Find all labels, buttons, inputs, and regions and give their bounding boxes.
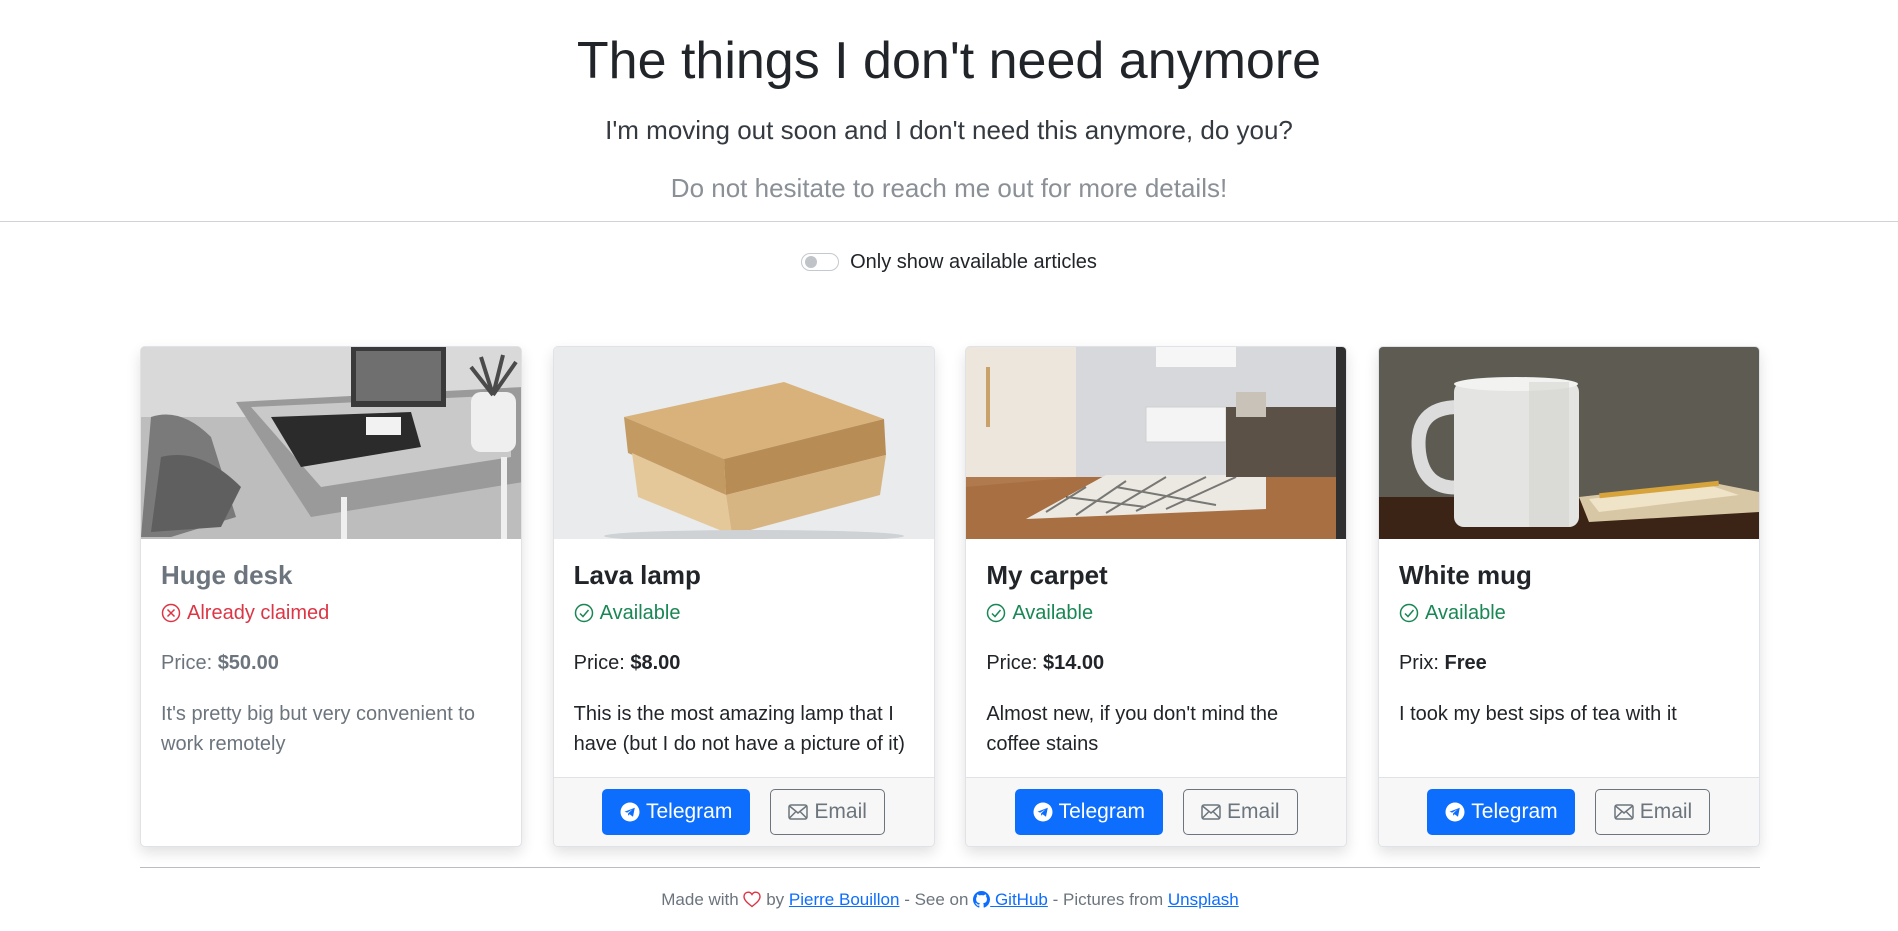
available-only-toggle[interactable] bbox=[801, 253, 840, 271]
telegram-button[interactable]: Telegram bbox=[602, 789, 751, 835]
price-value: $8.00 bbox=[630, 652, 681, 674]
footer-text: Made with by Pierre Bouillon - See on Gi… bbox=[140, 890, 1760, 910]
telegram-icon bbox=[1033, 802, 1053, 822]
email-label: Email bbox=[1227, 800, 1280, 823]
price-label: Prix: bbox=[1398, 652, 1439, 674]
email-button[interactable]: Email bbox=[1595, 789, 1711, 835]
telegram-icon bbox=[620, 802, 640, 822]
price-value: $14.00 bbox=[1043, 652, 1105, 674]
box-image bbox=[553, 347, 934, 539]
card-body: My carpet Available Price: $14.00 Almost… bbox=[966, 539, 1346, 759]
made-with-text: Made with bbox=[661, 890, 739, 909]
article-card: Lava lamp Available Price: $8.00 This is… bbox=[552, 346, 935, 847]
email-button[interactable]: Email bbox=[1182, 789, 1298, 835]
toggle-knob bbox=[805, 256, 818, 268]
status-text: Available bbox=[1012, 602, 1094, 624]
article-card: Huge desk Already claimed Price: $50.00 … bbox=[140, 346, 522, 847]
status-text: Available bbox=[1424, 602, 1506, 624]
email-label: Email bbox=[1639, 800, 1693, 823]
see-on-text: - See on bbox=[904, 890, 969, 909]
price-value: Free bbox=[1444, 652, 1487, 674]
github-icon bbox=[973, 891, 991, 908]
card-title: My carpet bbox=[986, 560, 1108, 590]
card-footer: Telegram Email bbox=[966, 777, 1347, 846]
card-footer: Telegram Email bbox=[1378, 777, 1759, 846]
status-text: Available bbox=[599, 602, 681, 624]
page-header: The things I don't need anymore I'm movi… bbox=[0, 0, 1898, 222]
status-badge: Available bbox=[574, 600, 914, 626]
page-lead: I'm moving out soon and I don't need thi… bbox=[605, 115, 1293, 145]
carpet-image bbox=[966, 347, 1347, 539]
card-title: Huge desk bbox=[161, 560, 293, 590]
card-body: Huge desk Already claimed Price: $50.00 … bbox=[141, 539, 521, 759]
page-title: The things I don't need anymore bbox=[576, 32, 1322, 90]
email-button[interactable]: Email bbox=[770, 789, 886, 835]
status-badge: Available bbox=[986, 600, 1326, 626]
card-description: Almost new, if you don't mind the coffee… bbox=[986, 703, 1279, 755]
email-label: Email bbox=[814, 800, 867, 823]
telegram-label: Telegram bbox=[1058, 800, 1145, 823]
status-text: Already claimed bbox=[187, 602, 330, 624]
card-body: Lava lamp Available Price: $8.00 This is… bbox=[554, 539, 934, 759]
github-label: GitHub bbox=[994, 890, 1048, 909]
telegram-label: Telegram bbox=[645, 800, 733, 823]
by-text: by bbox=[766, 890, 785, 909]
price: Price: $14.00 bbox=[986, 650, 1326, 676]
envelope-icon bbox=[1613, 804, 1634, 820]
telegram-label: Telegram bbox=[1471, 800, 1558, 823]
status-badge: Available bbox=[1399, 600, 1739, 626]
articles-grid: Huge desk Already claimed Price: $50.00 … bbox=[140, 346, 1760, 847]
envelope-icon bbox=[1201, 804, 1221, 820]
telegram-icon bbox=[1445, 802, 1465, 822]
price-label: Price: bbox=[573, 652, 625, 674]
x-circle-icon bbox=[161, 603, 181, 623]
card-footer: Telegram Email bbox=[553, 777, 934, 846]
page-subtext: Do not hesitate to reach me out for more… bbox=[670, 173, 1228, 203]
price-label: Price: bbox=[986, 652, 1038, 674]
check-circle-icon bbox=[574, 603, 593, 623]
availability-filter: Only show available articles bbox=[0, 247, 1898, 277]
price-value: $50.00 bbox=[217, 652, 279, 674]
unsplash-link[interactable]: Unsplash bbox=[1168, 890, 1239, 909]
price: Price: $50.00 bbox=[161, 650, 501, 676]
envelope-icon bbox=[788, 804, 809, 820]
card-title: Lava lamp bbox=[573, 560, 701, 590]
page-footer: Made with by Pierre Bouillon - See on Gi… bbox=[140, 867, 1760, 910]
article-card: My carpet Available Price: $14.00 Almost… bbox=[965, 346, 1348, 847]
card-description: I took my best sips of tea with it bbox=[1398, 703, 1677, 725]
mug-image bbox=[1378, 347, 1759, 539]
telegram-button[interactable]: Telegram bbox=[1427, 789, 1576, 835]
desk-image bbox=[141, 347, 521, 539]
available-only-label[interactable]: Only show available articles bbox=[850, 251, 1097, 274]
price: Price: $8.00 bbox=[574, 650, 914, 676]
check-circle-icon bbox=[987, 603, 1006, 623]
github-link[interactable]: GitHub bbox=[973, 890, 1048, 909]
card-description: This is the most amazing lamp that I hav… bbox=[573, 703, 905, 755]
card-description: It's pretty big but very convenient to w… bbox=[161, 703, 475, 755]
article-card: White mug Available Prix: Free I took my… bbox=[1377, 346, 1760, 847]
telegram-button[interactable]: Telegram bbox=[1014, 789, 1163, 835]
check-circle-icon bbox=[1399, 603, 1419, 623]
author-link[interactable]: Pierre Bouillon bbox=[789, 890, 900, 909]
status-badge: Already claimed bbox=[161, 600, 501, 626]
card-title: White mug bbox=[1398, 560, 1532, 590]
price-label: Price: bbox=[161, 652, 213, 674]
price: Prix: Free bbox=[1399, 650, 1739, 676]
card-body: White mug Available Prix: Free I took my… bbox=[1379, 539, 1759, 729]
pictures-from-text: - Pictures from bbox=[1052, 890, 1164, 909]
heart-icon bbox=[743, 891, 762, 908]
